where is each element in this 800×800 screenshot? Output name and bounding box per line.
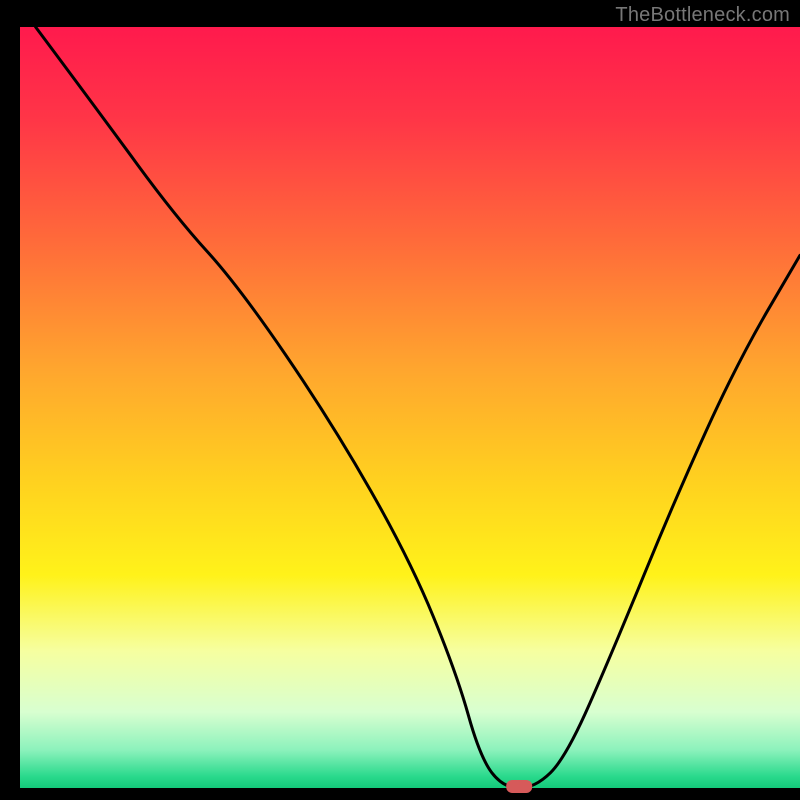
watermark-text: TheBottleneck.com — [615, 4, 790, 27]
gradient-background — [20, 27, 800, 788]
optimal-marker — [506, 780, 532, 793]
chart-frame: TheBottleneck.com — [0, 0, 800, 800]
bottleneck-chart — [0, 0, 800, 800]
